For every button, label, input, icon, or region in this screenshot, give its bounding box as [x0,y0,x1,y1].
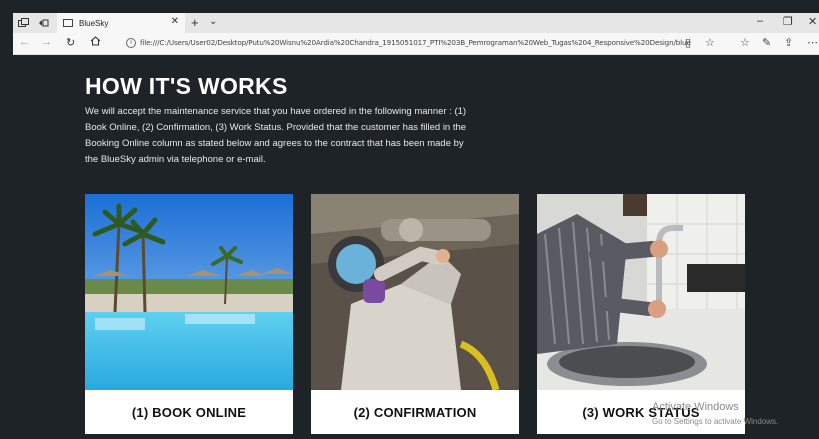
close-window-icon[interactable]: ✕ [808,15,817,28]
browser-window: BlueSky ✕ + ⌄ – ❐ ✕ ← → ↻ i file:///C:/U… [0,0,819,439]
set-aside-tabs-icon[interactable] [33,13,53,33]
new-tab-icon[interactable]: + [191,15,199,30]
minimize-icon[interactable]: – [757,15,763,27]
more-options-icon[interactable]: ⋯ [807,36,818,49]
site-info-icon[interactable]: i [126,38,136,48]
browser-tab[interactable]: BlueSky ✕ [57,13,185,33]
back-icon[interactable]: ← [19,36,30,48]
favorite-star-icon[interactable]: ☆ [705,36,715,49]
step-card-confirmation[interactable]: (2) CONFIRMATION [311,194,519,434]
resort-pool-image [85,194,293,390]
step-label: (2) CONFIRMATION [353,404,477,420]
tab-actions-icon[interactable] [13,13,33,33]
close-tab-icon[interactable]: ✕ [171,16,179,27]
reading-view-icon[interactable]: ▯ [685,36,691,49]
chevron-down-icon[interactable]: ⌄ [209,16,217,27]
step-label: (1) BOOK ONLINE [131,404,247,420]
tab-title: BlueSky [79,18,109,28]
step-card-book-online[interactable]: (1) BOOK ONLINE [85,194,293,434]
page-icon [63,19,73,27]
refresh-icon[interactable]: ↻ [66,36,75,49]
maximize-icon[interactable]: ❐ [783,15,793,28]
address-bar-url[interactable]: file:///C:/Users/User02/Desktop/Putu%20W… [140,38,693,50]
forward-icon[interactable]: → [41,36,52,48]
tab-strip: BlueSky ✕ + ⌄ – ❐ ✕ [13,13,819,33]
home-icon[interactable] [90,36,101,49]
step-card-work-status[interactable]: (3) WORK STATUS [537,194,745,434]
activate-windows-hint: Go to Settings to activate Windows. [652,417,779,426]
activate-windows-watermark: Activate Windows [652,401,739,413]
worker-respirator-image [311,194,519,390]
section-description: We will accept the maintenance service t… [85,106,467,165]
page-content: HOW IT'S WORKS We will accept the mainte… [13,55,819,439]
share-icon[interactable]: ⇪ [784,36,793,49]
favorites-hub-icon[interactable]: ☆ [740,36,750,49]
web-note-icon[interactable]: ✎ [762,36,771,49]
navigation-bar: ← → ↻ i file:///C:/Users/User02/Desktop/… [13,33,819,55]
section-heading: HOW IT'S WORKS [85,73,288,99]
plumber-faucet-image [537,194,745,390]
